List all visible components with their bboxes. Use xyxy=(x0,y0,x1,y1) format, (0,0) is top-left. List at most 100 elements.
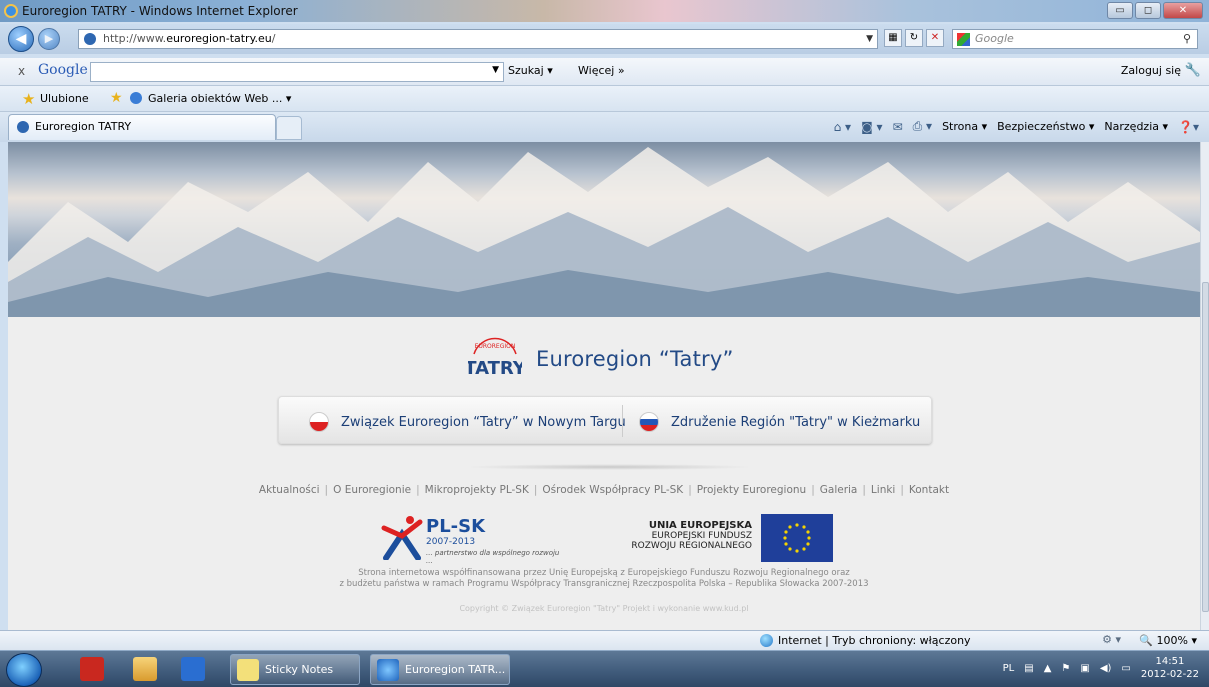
more-button[interactable]: Więcej » xyxy=(578,64,625,77)
keyboard-icon[interactable]: ▤ xyxy=(1024,663,1033,674)
menu-item-projekty[interactable]: Projekty Euroregionu xyxy=(697,484,806,496)
taskbar: Sticky Notes Euroregion TATR... PL ▤ ▲ ⚑… xyxy=(0,650,1209,687)
site-favicon xyxy=(84,33,96,45)
acrobat-icon[interactable] xyxy=(80,657,104,681)
sticky-notes-icon xyxy=(237,659,259,681)
mail-icon[interactable]: ✉ xyxy=(893,120,903,134)
slovak-link-label: Združenie Región "Tatry" w Kieżmarku xyxy=(671,414,921,430)
funding-notice: Strona internetowa współfinansowana prze… xyxy=(8,568,1200,590)
funding-line-1: Strona internetowa współfinansowana prze… xyxy=(358,568,850,578)
title-bar: Euroregion TATRY - Windows Internet Expl… xyxy=(0,0,1209,22)
divider xyxy=(622,405,623,437)
address-tools: ▦ ↻ ✕ xyxy=(884,29,944,47)
security-menu[interactable]: Bezpieczeństwo ▾ xyxy=(997,120,1094,133)
action-center-icon[interactable]: ⚑ xyxy=(1061,663,1070,674)
help-icon[interactable]: ❓▾ xyxy=(1178,120,1199,134)
gallery-link[interactable]: Galeria obiektów Web ... ▾ xyxy=(148,92,291,105)
tools-menu[interactable]: Narzędzia ▾ xyxy=(1104,120,1168,133)
mountains-image xyxy=(8,147,1200,317)
address-bar[interactable]: http://www.euroregion-tatry.eu/ ▼ xyxy=(78,29,878,49)
new-tab-button[interactable] xyxy=(276,116,302,140)
toolbar-close-icon[interactable]: x xyxy=(18,64,25,78)
menu-item-osrodek[interactable]: Ośrodek Współpracy PL-SK xyxy=(542,484,683,496)
clock[interactable]: 14:51 2012-02-22 xyxy=(1141,655,1199,681)
taskbar-ie-window[interactable]: Euroregion TATR... xyxy=(370,654,510,685)
pl-sk-tagline: ... partnerstwo dla wspólnego rozwoju ..… xyxy=(426,549,560,565)
compatibility-icon[interactable]: ▦ xyxy=(884,29,902,47)
login-link[interactable]: Zaloguj się xyxy=(1121,64,1181,77)
home-icon[interactable]: ⌂ ▾ xyxy=(834,120,851,134)
print-icon[interactable]: ⎙ ▾ xyxy=(913,119,932,134)
eu-flag-icon[interactable] xyxy=(761,514,833,562)
zoom-control[interactable]: 🔍 100% ▾ xyxy=(1139,634,1197,647)
slovak-association-link[interactable]: Združenie Región "Tatry" w Kieżmarku xyxy=(639,412,920,432)
search-box[interactable]: Google ⚲ xyxy=(952,29,1198,49)
maximize-button[interactable]: ◻ xyxy=(1135,2,1161,19)
footer-menu: Aktualności | O Euroregionie | Mikroprojekty… xyxy=(258,484,950,496)
polish-association-link[interactable]: Związek Euroregion “Tatry” w Nowym Targu xyxy=(309,412,626,432)
tab-euroregion[interactable]: Euroregion TATRY xyxy=(8,114,276,140)
add-favorite-icon[interactable]: ★ xyxy=(110,90,123,106)
window-controls: ▭ ◻ ✕ xyxy=(1107,2,1203,19)
address-dropdown-icon[interactable]: ▼ xyxy=(866,30,873,48)
google-toolbar: x Google ▼ Szukaj ▾ Więcej » Zaloguj się… xyxy=(0,58,1209,86)
page-menu[interactable]: Strona ▾ xyxy=(942,120,987,133)
menu-item-kontakt[interactable]: Kontakt xyxy=(909,484,949,496)
refresh-icon[interactable]: ↻ xyxy=(905,29,923,47)
explorer-icon[interactable] xyxy=(133,657,157,681)
stop-icon[interactable]: ✕ xyxy=(926,29,944,47)
security-menu-label: Bezpieczeństwo xyxy=(997,120,1086,133)
site-logo[interactable]: EUROREGION TATRY Euroregion “Tatry” xyxy=(464,336,734,382)
search-icon[interactable]: ⚲ xyxy=(1183,30,1191,48)
power-icon[interactable]: ▭ xyxy=(1121,663,1130,674)
favorites-star-icon[interactable]: ★ xyxy=(22,90,35,108)
decorative-shadow xyxy=(464,464,754,470)
volume-icon[interactable]: ◀) xyxy=(1100,663,1112,674)
start-button[interactable] xyxy=(6,653,42,687)
polish-link-label: Związek Euroregion “Tatry” w Nowym Targu xyxy=(341,414,626,430)
pl-sk-program-logo[interactable]: PL-SK 2007-2013 ... partnerstwo dla wspó… xyxy=(380,514,560,565)
protected-mode-icon[interactable]: ⚙ ▾ xyxy=(1102,633,1121,646)
close-button[interactable]: ✕ xyxy=(1163,2,1203,19)
google-search-input[interactable]: ▼ xyxy=(90,62,504,82)
forward-button[interactable]: ▶ xyxy=(38,28,60,50)
back-button[interactable]: ◀ xyxy=(8,26,34,52)
status-bar: Internet | Tryb chroniony: włączony ⚙ ▾ … xyxy=(0,630,1209,650)
vertical-scrollbar[interactable] xyxy=(1200,142,1209,630)
minimize-button[interactable]: ▭ xyxy=(1107,2,1133,19)
gallery-label: Galeria obiektów Web ... xyxy=(148,92,283,105)
tools-menu-label: Narzędzia xyxy=(1104,120,1159,133)
eu-line-2: EUROPEJSKI FUNDUSZ xyxy=(651,531,752,541)
google-icon xyxy=(957,33,970,46)
network-icon[interactable]: ▣ xyxy=(1080,663,1089,674)
chevron-down-icon[interactable]: ▼ xyxy=(492,65,499,75)
favorites-button[interactable]: Ulubione xyxy=(40,92,89,105)
clock-time: 14:51 xyxy=(1155,656,1185,667)
search-button[interactable]: Szukaj ▾ xyxy=(508,64,553,77)
slovakia-flag-icon xyxy=(639,412,659,432)
taskbar-sticky-notes[interactable]: Sticky Notes xyxy=(230,654,360,685)
pl-sk-title: PL-SK xyxy=(426,516,486,537)
tab-row: Euroregion TATRY ⌂ ▾ ◙ ▾ ✉ ⎙ ▾ Strona ▾ … xyxy=(0,112,1209,142)
menu-item-linki[interactable]: Linki xyxy=(871,484,895,496)
language-indicator[interactable]: PL xyxy=(1003,663,1015,674)
scrollbar-thumb[interactable] xyxy=(1202,282,1209,612)
zoom-level: 100% xyxy=(1156,634,1188,647)
menu-item-mikroprojekty[interactable]: Mikroprojekty PL-SK xyxy=(425,484,529,496)
media-player-icon[interactable] xyxy=(181,657,205,681)
eu-line-1: UNIA EUROPEJSKA xyxy=(648,520,752,531)
window-title: Euroregion TATRY - Windows Internet Expl… xyxy=(22,4,298,18)
show-hidden-icon[interactable]: ▲ xyxy=(1044,663,1052,674)
wrench-icon[interactable]: 🔧 xyxy=(1185,63,1201,78)
menu-item-o-euroregionie[interactable]: O Euroregionie xyxy=(333,484,411,496)
feeds-icon[interactable]: ◙ ▾ xyxy=(861,120,882,134)
menu-item-galeria[interactable]: Galeria xyxy=(820,484,858,496)
browser-window: Euroregion TATRY - Windows Internet Expl… xyxy=(0,0,1209,650)
page-menu-label: Strona xyxy=(942,120,979,133)
url-domain: euroregion-tatry.eu xyxy=(166,32,272,45)
search-button-label: Szukaj xyxy=(508,64,544,77)
menu-item-aktualnosci[interactable]: Aktualności xyxy=(259,484,320,496)
web-slice-icon xyxy=(130,92,142,104)
google-logo: Google xyxy=(38,62,88,78)
security-zone[interactable]: Internet | Tryb chroniony: włączony xyxy=(778,634,971,647)
